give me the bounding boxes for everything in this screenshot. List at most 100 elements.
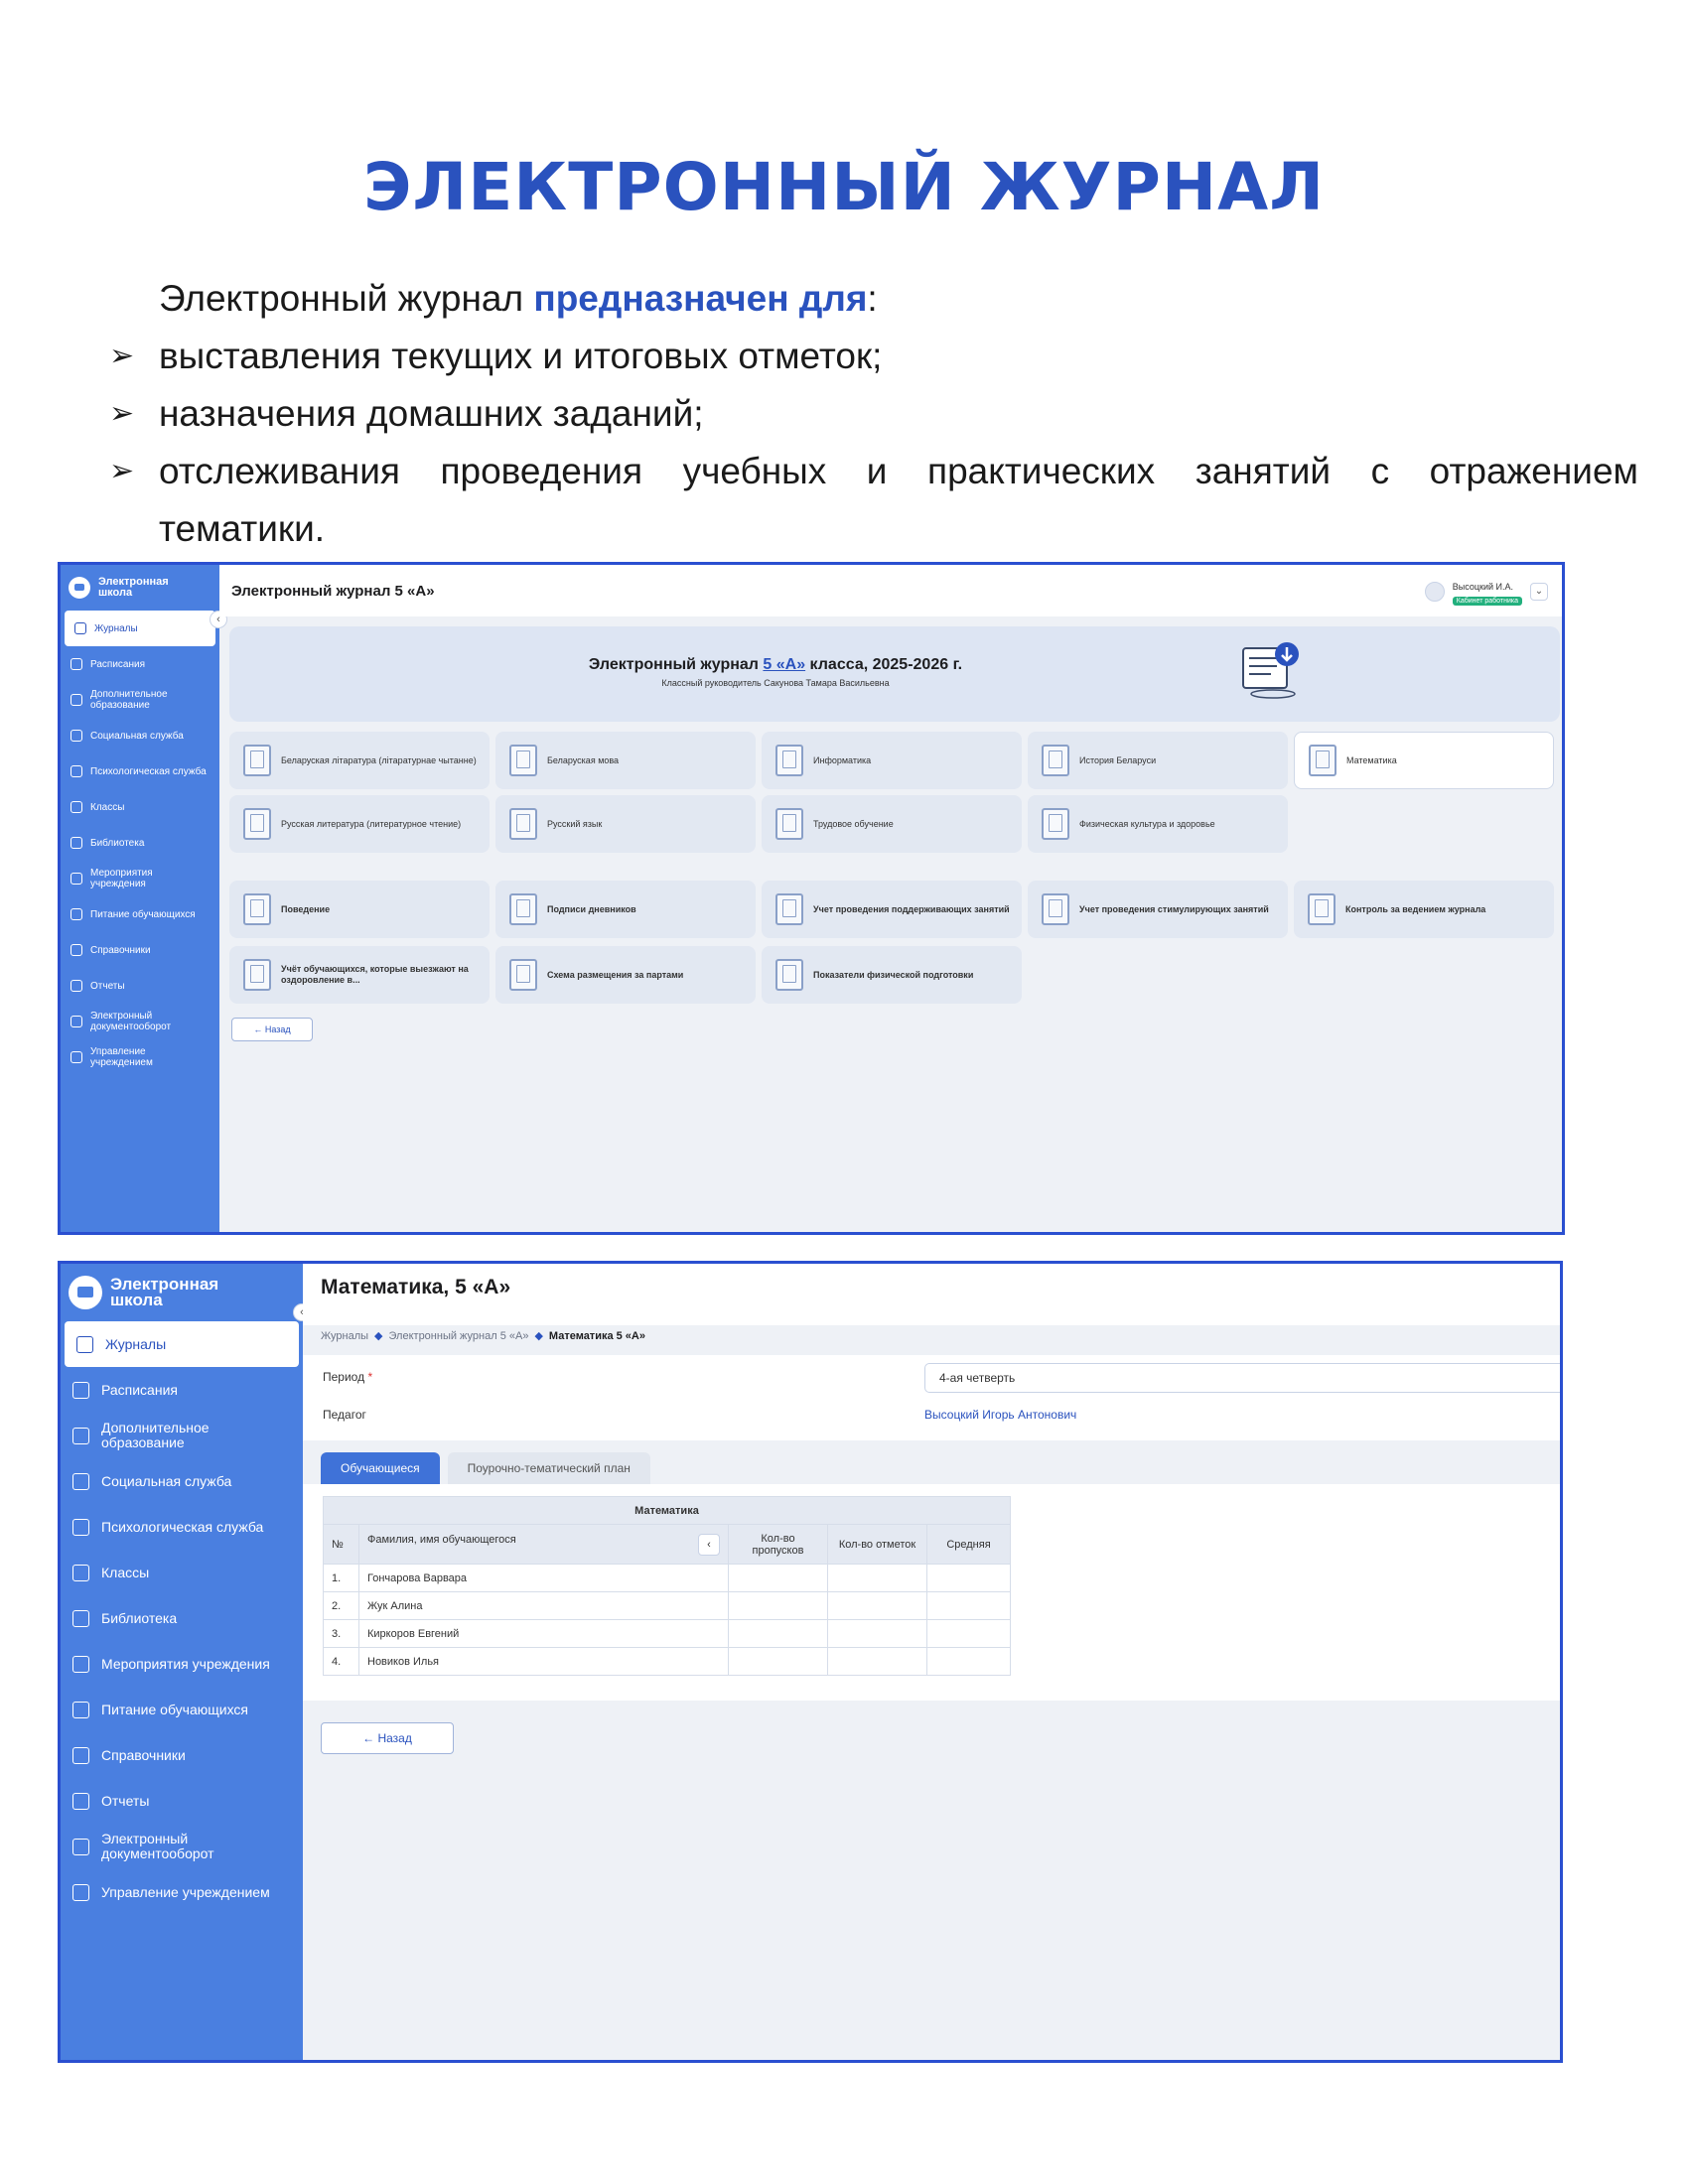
school-logo[interactable]: Электронная школа: [61, 565, 219, 611]
extra-card[interactable]: Поведение: [229, 881, 490, 938]
extra-card[interactable]: Схема размещения за партами: [495, 946, 756, 1004]
column-marks: Кол-во отметок: [827, 1524, 927, 1565]
sidebar-item-label: Отчеты: [90, 980, 125, 992]
extra-card[interactable]: Учет проведения поддерживающих занятий: [762, 881, 1022, 938]
subject-label: Беларуская мова: [547, 754, 620, 765]
journal-banner: Электронный журнал 5 «А» класса, 2025-20…: [229, 626, 1560, 722]
back-button[interactable]: ← Назад: [231, 1018, 313, 1041]
table-row[interactable]: 1. Гончарова Варвара: [323, 1564, 1011, 1592]
star-icon: [70, 694, 82, 706]
sidebar-item-food[interactable]: Питание обучающихся: [61, 1687, 303, 1732]
breadcrumb-current: Математика 5 «А»: [548, 1330, 645, 1342]
sidebar-item-label: Журналы: [94, 622, 138, 634]
row-num: 2.: [323, 1591, 359, 1620]
sidebar-item-label: Дополнительное образование: [101, 1420, 210, 1450]
food-icon: [72, 1701, 89, 1718]
filter-form: Период * 4-ая четверть⌄ Педагог Высоцкий…: [303, 1355, 1560, 1440]
sidebar-item-references[interactable]: Справочники: [61, 932, 219, 968]
table-row[interactable]: 2. Жук Алина: [323, 1591, 1011, 1620]
notebook-icon: [775, 959, 803, 991]
events-icon: [70, 873, 82, 885]
sidebar-item-food[interactable]: Питание обучающихся: [61, 896, 219, 932]
subject-label: Информатика: [813, 754, 872, 765]
extra-card[interactable]: Показатели физической подготовки: [762, 946, 1022, 1004]
row-num: 3.: [323, 1619, 359, 1648]
column-absences: Кол-во пропусков: [728, 1524, 828, 1565]
back-button[interactable]: ← Назад: [321, 1722, 454, 1754]
sidebar-item-journals[interactable]: Журналы: [65, 611, 215, 646]
student-name[interactable]: Гончарова Варвара: [358, 1564, 729, 1592]
sidebar-item-documents[interactable]: Электронный документооборот: [61, 1004, 219, 1039]
tab-bar: Обучающиеся Поурочно-тематический план: [321, 1452, 650, 1484]
subject-card[interactable]: Трудовое обучение: [762, 795, 1022, 853]
column-average: Средняя: [926, 1524, 1011, 1565]
extra-card[interactable]: Контроль за ведением журнала: [1294, 881, 1554, 938]
tab-lesson-plan[interactable]: Поурочно-тематический план: [447, 1452, 650, 1484]
table-row[interactable]: 3. Киркоров Евгений: [323, 1619, 1011, 1648]
sidebar-item-psychology-service[interactable]: Психологическая служба: [61, 1504, 303, 1550]
sidebar-item-library[interactable]: Библиотека: [61, 825, 219, 861]
book-icon: [72, 1746, 89, 1764]
teacher-link[interactable]: Высоцкий Игорь Антонович: [924, 1408, 1076, 1422]
average-cell: [926, 1647, 1011, 1676]
sidebar-item-social-service[interactable]: Социальная служба: [61, 1458, 303, 1504]
sidebar-item-events[interactable]: Мероприятия учреждения: [61, 1641, 303, 1687]
sidebar-item-label: Классы: [90, 801, 125, 813]
sidebar-item-references[interactable]: Справочники: [61, 1732, 303, 1778]
subject-card-selected[interactable]: Математика: [1294, 732, 1554, 789]
sidebar-item-reports[interactable]: Отчеты: [61, 968, 219, 1004]
extra-card[interactable]: Подписи дневников: [495, 881, 756, 938]
class-icon: [70, 801, 82, 813]
chevron-left-icon[interactable]: ‹: [698, 1533, 720, 1556]
tab-students[interactable]: Обучающиеся: [321, 1452, 440, 1484]
subject-card[interactable]: История Беларуси: [1028, 732, 1288, 789]
marks-cell: [827, 1591, 927, 1620]
breadcrumb-item[interactable]: Журналы: [321, 1330, 368, 1342]
sidebar-item-management[interactable]: Управление учреждением: [61, 1869, 303, 1915]
journal-icon: [76, 1335, 93, 1353]
extra-card[interactable]: Учёт обучающихся, которые выезжают на оз…: [229, 946, 490, 1004]
subject-label: Беларуская літаратура (літаратурнае чыта…: [281, 754, 477, 765]
sidebar-item-additional-education[interactable]: Дополнительное образование: [61, 682, 219, 718]
subject-card[interactable]: Беларуская мова: [495, 732, 756, 789]
chevron-down-icon[interactable]: ⌄: [1530, 582, 1548, 601]
period-value: 4-ая четверть: [939, 1371, 1016, 1385]
subject-card[interactable]: Информатика: [762, 732, 1022, 789]
notebook-icon: [509, 959, 537, 991]
sidebar-item-reports[interactable]: Отчеты: [61, 1778, 303, 1824]
subject-card[interactable]: Русский язык: [495, 795, 756, 853]
sidebar-item-journals[interactable]: Журналы: [65, 1321, 299, 1367]
school-logo[interactable]: Электронная школа: [61, 1264, 303, 1321]
class-link[interactable]: 5 «А»: [763, 656, 805, 673]
user-menu[interactable]: Высоцкий И.А. Кабинет работника ⌄: [1424, 577, 1548, 606]
subject-card[interactable]: Физическая культура и здоровье: [1028, 795, 1288, 853]
sidebar-item-schedules[interactable]: Расписания: [61, 646, 219, 682]
student-name[interactable]: Киркоров Евгений: [358, 1619, 729, 1648]
sidebar-item-psychology-service[interactable]: Психологическая служба: [61, 753, 219, 789]
sidebar-item-management[interactable]: Управление учреждением: [61, 1039, 219, 1075]
breadcrumb-item[interactable]: Электронный журнал 5 «А»: [389, 1330, 529, 1342]
sidebar-item-library[interactable]: Библиотека: [61, 1595, 303, 1641]
student-name[interactable]: Жук Алина: [358, 1591, 729, 1620]
user-name: Высоцкий И.А.: [1452, 582, 1513, 592]
sidebar-item-schedules[interactable]: Расписания: [61, 1367, 303, 1413]
intro-highlight: предназначен для: [533, 278, 868, 319]
notebook-icon: [775, 808, 803, 840]
extra-card[interactable]: Учет проведения стимулирующих занятий: [1028, 881, 1288, 938]
breadcrumb: Журналы ◆ Электронный журнал 5 «А» ◆ Математ…: [321, 1329, 645, 1342]
teacher-label: Педагог: [323, 1408, 366, 1422]
subject-card[interactable]: Русская литература (литературное чтение): [229, 795, 490, 853]
sidebar-item-classes[interactable]: Классы: [61, 789, 219, 825]
subject-card[interactable]: Беларуская літаратура (літаратурнае чыта…: [229, 732, 490, 789]
student-name[interactable]: Новиков Илья: [358, 1647, 729, 1676]
period-select[interactable]: 4-ая четверть⌄: [924, 1363, 1560, 1393]
sidebar-item-documents[interactable]: Электронный документооборот: [61, 1824, 303, 1869]
bullet-text: назначения домашних заданий;: [159, 393, 704, 434]
column-name: Фамилия, имя обучающегося ‹: [358, 1524, 729, 1565]
sidebar-item-label: Управление учреждением: [90, 1046, 153, 1068]
table-row[interactable]: 4. Новиков Илья: [323, 1647, 1011, 1676]
sidebar-item-events[interactable]: Мероприятия учреждения: [61, 861, 219, 896]
sidebar-item-additional-education[interactable]: Дополнительное образование: [61, 1413, 303, 1458]
sidebar-item-classes[interactable]: Классы: [61, 1550, 303, 1595]
sidebar-item-social-service[interactable]: Социальная служба: [61, 718, 219, 753]
